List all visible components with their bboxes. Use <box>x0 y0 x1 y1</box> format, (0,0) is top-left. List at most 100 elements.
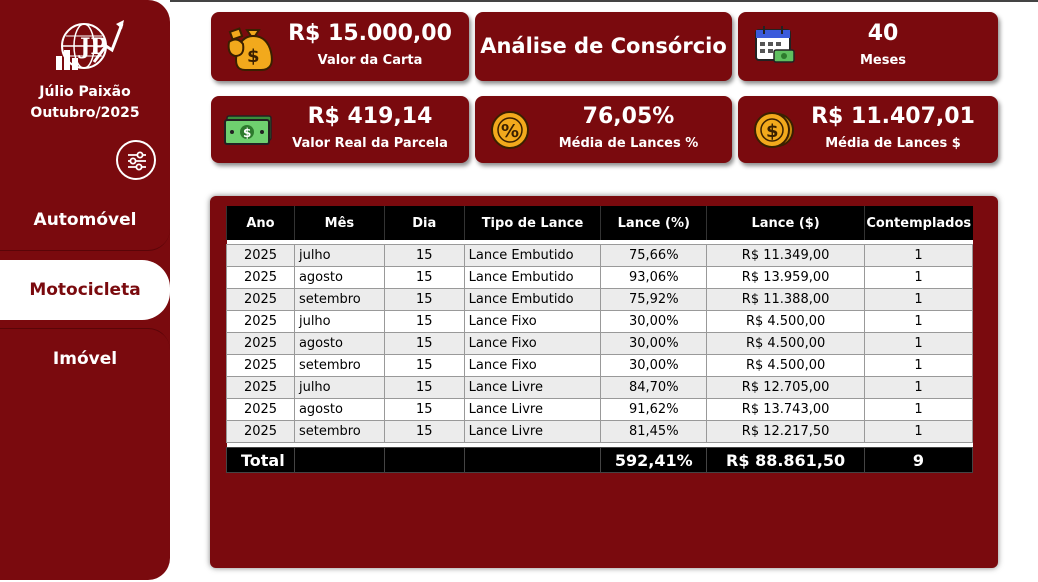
cell-lance-pct: 81,45% <box>600 420 708 443</box>
cell-ano: 2025 <box>226 354 295 377</box>
cell-tipo: Lance Fixo <box>463 354 602 377</box>
logo-icon: JP <box>56 20 124 70</box>
page-title-card: Análise de Consórcio <box>475 12 732 81</box>
cell-ano: 2025 <box>226 288 295 311</box>
cell-contemplados: 1 <box>863 398 974 421</box>
cell-dia: 15 <box>383 244 465 267</box>
top-divider <box>170 0 1038 2</box>
cell-contemplados: 1 <box>863 332 974 355</box>
cell-lance-valor: R$ 13.743,00 <box>706 398 865 421</box>
cell-tipo: Lance Livre <box>463 376 602 399</box>
total-empty-dia <box>383 447 465 473</box>
cell-mes: setembro <box>293 354 385 377</box>
cell-mes: setembro <box>293 288 385 311</box>
nav-item-imovel[interactable]: Imóvel <box>0 328 170 389</box>
cell-ano: 2025 <box>226 244 295 267</box>
cell-lance-pct: 75,92% <box>600 288 708 311</box>
cell-lance-valor: R$ 13.959,00 <box>706 266 865 289</box>
kpi-parcela-label: Valor Real da Parcela <box>292 136 448 151</box>
cell-mes: julho <box>293 376 385 399</box>
cell-tipo: Lance Fixo <box>463 332 602 355</box>
col-header-contemplados[interactable]: Contemplados <box>863 206 973 240</box>
cell-dia: 15 <box>383 354 465 377</box>
cell-contemplados: 1 <box>863 310 974 333</box>
cell-lance-pct: 30,00% <box>600 310 708 333</box>
kpi-valor-carta-value: R$ 15.000,00 <box>288 21 452 46</box>
cell-lance-valor: R$ 4.500,00 <box>706 332 865 355</box>
kpi-parcela-value: R$ 419,14 <box>307 104 433 129</box>
cell-contemplados: 1 <box>863 288 974 311</box>
cell-contemplados: 1 <box>863 420 974 443</box>
page-title: Análise de Consórcio <box>480 34 727 58</box>
total-lance-valor: R$ 88.861,50 <box>706 447 865 473</box>
filter-button[interactable] <box>116 140 156 180</box>
cell-ano: 2025 <box>226 398 295 421</box>
col-header-lance-pct[interactable]: Lance (%) <box>600 206 707 240</box>
total-empty-mes <box>293 447 385 473</box>
total-lance-pct: 592,41% <box>600 447 708 473</box>
table-total-row: Total 592,41% R$ 88.861,50 9 <box>226 447 974 473</box>
cell-ano: 2025 <box>226 310 295 333</box>
table-header-row: Ano Mês Dia Tipo de Lance Lance (%) Lanc… <box>226 206 973 240</box>
cell-lance-valor: R$ 12.217,50 <box>706 420 865 443</box>
col-header-mes[interactable]: Mês <box>293 206 385 240</box>
user-date: Outubro/2025 <box>30 105 140 121</box>
cell-lance-pct: 75,66% <box>600 244 708 267</box>
cell-contemplados: 1 <box>863 354 974 377</box>
cell-mes: agosto <box>293 266 385 289</box>
cell-contemplados: 1 <box>863 244 974 267</box>
cell-lance-valor: R$ 11.349,00 <box>706 244 865 267</box>
cell-lance-valor: R$ 11.388,00 <box>706 288 865 311</box>
nav-item-motocicleta[interactable]: Motocicleta <box>0 260 170 320</box>
table-row: 2025 agosto 15 Lance Embutido 93,06% R$ … <box>226 266 974 289</box>
table-row: 2025 julho 15 Lance Livre 84,70% R$ 12.7… <box>226 376 974 399</box>
total-empty-tipo <box>463 447 602 473</box>
col-header-dia[interactable]: Dia <box>383 206 465 240</box>
cell-lance-valor: R$ 12.705,00 <box>706 376 865 399</box>
cell-ano: 2025 <box>226 266 295 289</box>
kpi-valor-carta-label: Valor da Carta <box>317 53 423 68</box>
cell-mes: agosto <box>293 398 385 421</box>
col-header-ano[interactable]: Ano <box>226 206 295 240</box>
col-header-lance-valor[interactable]: Lance ($) <box>706 206 865 240</box>
cell-contemplados: 1 <box>863 376 974 399</box>
cell-lance-pct: 30,00% <box>600 332 708 355</box>
lances-table: Ano Mês Dia Tipo de Lance Lance (%) Lanc… <box>226 206 974 473</box>
cell-ano: 2025 <box>226 420 295 443</box>
cell-dia: 15 <box>383 332 465 355</box>
user-name: Júlio Paixão <box>39 84 131 100</box>
cell-dia: 15 <box>383 420 465 443</box>
cell-lance-pct: 84,70% <box>600 376 708 399</box>
table-row: 2025 setembro 15 Lance Fixo 30,00% R$ 4.… <box>226 354 974 377</box>
sliders-icon <box>128 151 146 171</box>
kpi-media-pct-label: Média de Lances % <box>558 136 699 151</box>
table-panel: Ano Mês Dia Tipo de Lance Lance (%) Lanc… <box>210 196 998 568</box>
kpi-meses: 40 Meses <box>738 12 998 81</box>
cell-tipo: Lance Livre <box>463 420 602 443</box>
cell-dia: 15 <box>383 398 465 421</box>
table-row: 2025 julho 15 Lance Fixo 30,00% R$ 4.500… <box>226 310 974 333</box>
cell-tipo: Lance Embutido <box>463 244 602 267</box>
kpi-meses-value: 40 <box>867 21 899 46</box>
cell-lance-valor: R$ 4.500,00 <box>706 354 865 377</box>
cell-ano: 2025 <box>226 332 295 355</box>
cell-dia: 15 <box>383 376 465 399</box>
svg-text:JP: JP <box>78 34 107 60</box>
cell-lance-pct: 30,00% <box>600 354 708 377</box>
cell-mes: setembro <box>293 420 385 443</box>
cell-mes: agosto <box>293 332 385 355</box>
table-row: 2025 agosto 15 Lance Fixo 30,00% R$ 4.50… <box>226 332 974 355</box>
kpi-media-rs: $ R$ 11.407,01 Média de Lances $ <box>738 96 998 163</box>
cell-contemplados: 1 <box>863 266 974 289</box>
col-header-tipo[interactable]: Tipo de Lance <box>463 206 601 240</box>
nav-item-automovel[interactable]: Automóvel <box>0 190 170 251</box>
table-row: 2025 setembro 15 Lance Embutido 75,92% R… <box>226 288 974 311</box>
cell-tipo: Lance Embutido <box>463 266 602 289</box>
total-label: Total <box>226 447 295 473</box>
kpi-media-pct: % 76,05% Média de Lances % <box>475 96 732 163</box>
table-row: 2025 setembro 15 Lance Livre 81,45% R$ 1… <box>226 420 974 443</box>
kpi-media-pct-value: 76,05% <box>582 104 675 129</box>
cell-lance-pct: 93,06% <box>600 266 708 289</box>
cell-mes: julho <box>293 244 385 267</box>
kpi-media-rs-label: Média de Lances $ <box>825 136 961 151</box>
